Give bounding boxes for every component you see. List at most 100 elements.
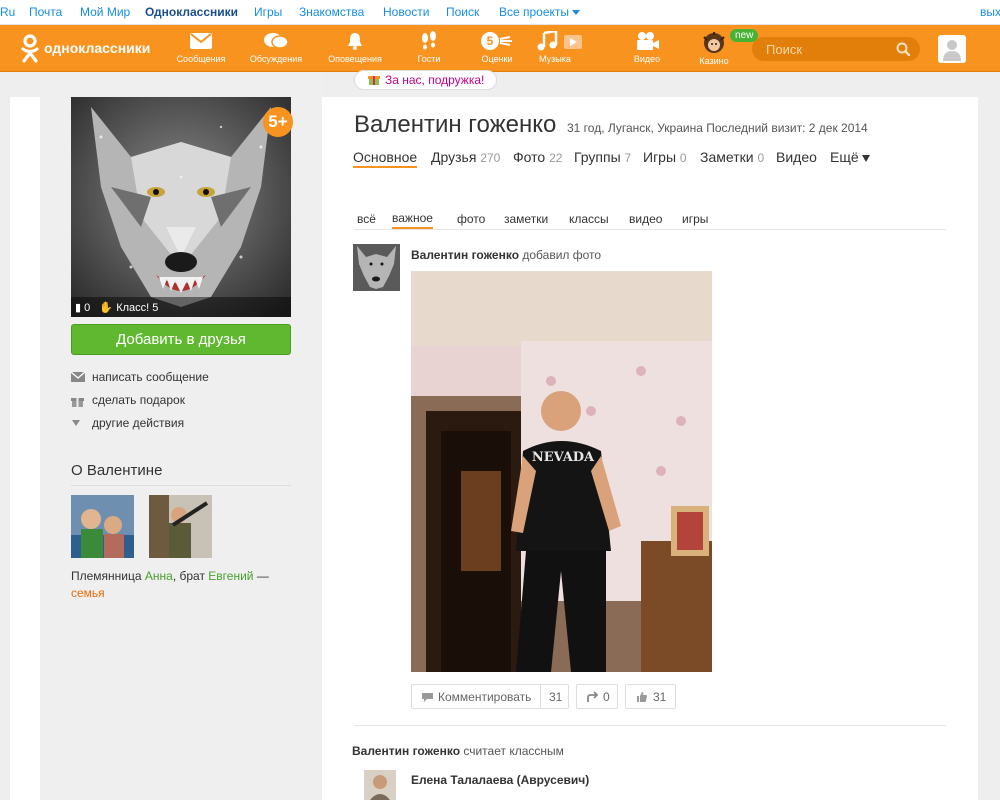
feed-tab-video[interactable]: видео [629, 212, 662, 226]
tab-photos-label: Фото [513, 149, 546, 165]
tab-main[interactable]: Основное [353, 149, 418, 168]
add-friend-button[interactable]: Добавить в друзья [71, 324, 291, 355]
music-note-icon [537, 31, 582, 51]
status-tooltip[interactable]: За нас, подружка! [354, 70, 498, 90]
topbar-link-ru[interactable]: Ru [0, 5, 15, 19]
feed-tab-notes[interactable]: заметки [504, 212, 548, 226]
action-make-gift-label: сделать подарок [92, 393, 185, 407]
profile-avatar[interactable]: ▮ 0 ✋ Класс! 5 [71, 97, 291, 317]
tab-groups-label: Группы [574, 149, 621, 165]
ok-logo[interactable]: одноклассники [20, 34, 160, 64]
tab-video[interactable]: Видео [776, 149, 817, 165]
relative-link-evgeniy[interactable]: Евгений [208, 569, 253, 583]
feed-tab-photo[interactable]: фото [457, 212, 485, 226]
about-heading: О Валентине [71, 462, 291, 486]
tab-games-label: Игры [643, 149, 677, 165]
topbar-link-odnoklassniki[interactable]: Одноклассники [145, 5, 238, 19]
relations-suffix: — [253, 569, 269, 583]
svg-text:5: 5 [487, 34, 494, 48]
comment-icon: ▮ [75, 302, 82, 314]
topbar-link-news[interactable]: Новости [383, 5, 429, 19]
feed-tab-games[interactable]: игры [682, 212, 708, 226]
feed-tab-all[interactable]: всё [357, 212, 376, 226]
tab-groups-count: 7 [624, 151, 632, 165]
tab-friends[interactable]: Друзья 270 [431, 149, 500, 165]
nav-casino-label: Казино [699, 56, 729, 66]
chevron-down-icon [572, 10, 581, 16]
tab-notes[interactable]: Заметки 0 [700, 149, 764, 165]
topbar-link-mail[interactable]: Почта [29, 5, 62, 19]
user-silhouette-icon [943, 40, 961, 61]
feed-post2-author[interactable]: Валентин гоженко [352, 744, 460, 758]
nav-messages[interactable]: Сообщения [166, 29, 236, 69]
ok-logo-icon [21, 34, 39, 63]
tab-more[interactable]: Ещё [830, 149, 870, 165]
all-projects-label: Все проекты [499, 5, 570, 19]
triangle-down-icon [72, 420, 80, 426]
feed-tab-important[interactable]: важное [392, 211, 433, 229]
feed-tabs-divider [354, 229, 946, 230]
triangle-down-icon [861, 154, 870, 162]
nav-music[interactable]: Музыка [525, 29, 595, 69]
relative-photo-niece[interactable] [71, 495, 134, 558]
feed-post2-avatar[interactable] [364, 770, 396, 800]
comment-button-divider [540, 685, 541, 708]
share-icon [587, 691, 599, 702]
tab-friends-label: Друзья [431, 149, 477, 165]
envelope-icon [190, 33, 212, 49]
feed-post2-header: Валентин гоженко считает классным [352, 744, 564, 758]
user-menu-button[interactable] [938, 35, 966, 63]
topbar-link-myworld[interactable]: Мой Мир [80, 5, 130, 19]
relations-text: Племянница Анна, брат Евгений — семья [71, 568, 291, 602]
comment-button-label: Комментировать [438, 690, 532, 704]
video-camera-icon [637, 32, 659, 50]
klass-button[interactable]: 31 [625, 684, 676, 709]
tab-groups[interactable]: Группы 7 [574, 149, 631, 165]
tab-main-label: Основное [353, 149, 418, 165]
relative-link-anna[interactable]: Анна [145, 569, 173, 583]
family-link[interactable]: семья [71, 586, 105, 600]
tab-notes-count: 0 [757, 151, 765, 165]
topbar-link-search[interactable]: Поиск [446, 5, 479, 19]
search-box[interactable] [752, 37, 920, 61]
tab-photos[interactable]: Фото 22 [513, 149, 562, 165]
avatar-comment-count[interactable]: 0 [84, 302, 90, 314]
tab-games-count: 0 [679, 151, 687, 165]
relative-photo-brother-image [149, 495, 212, 558]
relations-prefix: Племянница [71, 569, 145, 583]
nav-notifications[interactable]: Оповещения [320, 29, 390, 69]
topbar-link-dating[interactable]: Знакомства [299, 5, 364, 19]
footprints-icon [422, 31, 436, 50]
nav-video[interactable]: Видео [612, 29, 682, 69]
relative-photo-niece-image [71, 495, 134, 558]
topbar-link-all-projects[interactable]: Все проекты [499, 5, 581, 19]
action-write-message-label: написать сообщение [92, 370, 209, 384]
nav-discussions[interactable]: Обсуждения [241, 29, 311, 69]
tab-friends-count: 270 [480, 151, 501, 165]
thumbs-up-icon [637, 692, 647, 702]
feed-post2-person[interactable]: Елена Талалаева (Аврусевич) [411, 773, 589, 787]
status-tooltip-text: За нас, подружка! [385, 73, 485, 87]
feed-photo-image: NEVADA [411, 271, 712, 672]
search-input[interactable] [766, 41, 886, 57]
feed-post-author[interactable]: Валентин гоженко [411, 248, 519, 262]
feed-author-avatar[interactable] [353, 244, 400, 291]
feed-photo[interactable]: NEVADA [411, 271, 712, 672]
comment-button[interactable]: Комментировать 31 [411, 684, 569, 709]
topbar-link-exit[interactable]: вых [980, 5, 1000, 19]
feed-tab-klass[interactable]: классы [569, 212, 609, 226]
search-icon[interactable] [896, 42, 910, 56]
nav-guests[interactable]: Гости [394, 29, 464, 69]
topbar-link-games[interactable]: Игры [254, 5, 282, 19]
nav-ratings[interactable]: 5 Оценки [462, 29, 532, 69]
relative-photo-brother[interactable] [149, 495, 212, 558]
feed-post2-avatar-image [364, 770, 396, 800]
share-button[interactable]: 0 [576, 684, 618, 709]
avatar-klass-count[interactable]: Класс! 5 [116, 302, 158, 314]
tab-games[interactable]: Игры 0 [643, 149, 687, 165]
main-toolbar: одноклассники Сообщения Обсуждения Опове… [0, 25, 1000, 72]
avatar-stats-bar: ▮ 0 ✋ Класс! 5 [71, 297, 291, 317]
profile-meta: 31 год, Луганск, Украина Последний визит… [567, 121, 868, 135]
nav-music-label: Музыка [539, 54, 571, 64]
rating-five-plus-icon: 5 [481, 32, 512, 50]
